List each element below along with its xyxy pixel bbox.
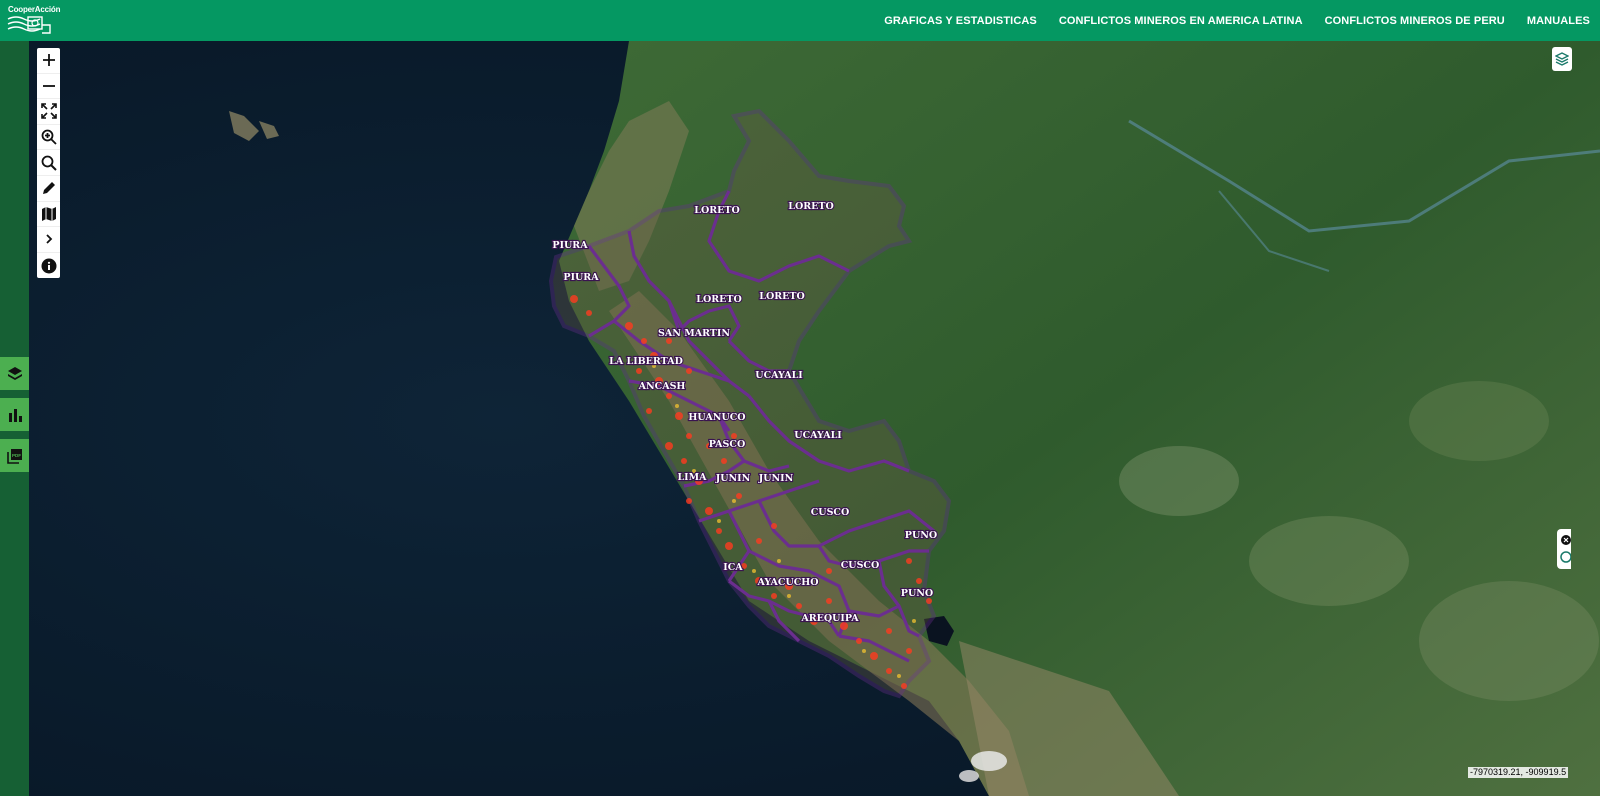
layers-panel-button[interactable]	[0, 357, 29, 390]
region-label-la-libertad: LA LIBERTAD	[609, 356, 683, 367]
layer-list-button[interactable]	[1552, 47, 1572, 71]
bar-chart-icon	[8, 408, 22, 422]
info-button[interactable]	[37, 253, 60, 279]
top-navbar: CooperAcción GRAFICAS Y ESTADISTICAS CON…	[0, 0, 1600, 41]
basemap-button[interactable]	[37, 202, 60, 228]
charts-panel-button[interactable]	[0, 398, 29, 431]
map-icon	[41, 206, 56, 221]
region-label-pasco: PASCO	[709, 439, 746, 450]
region-label-cusco-2: CUSCO	[841, 560, 880, 571]
chevron-right-icon	[45, 234, 52, 245]
region-label-ayacucho: AYACUCHO	[756, 577, 818, 588]
region-label-loreto-3: LORETO	[696, 294, 741, 305]
nav-conflictos-america-latina[interactable]: CONFLICTOS MINEROS EN AMERICA LATINA	[1059, 15, 1303, 27]
search-button[interactable]	[37, 150, 60, 176]
region-label-loreto-2: LORETO	[788, 201, 833, 212]
plus-icon	[42, 54, 55, 67]
draw-button[interactable]	[37, 176, 60, 202]
region-label-ucayali-1: UCAYALI	[755, 370, 803, 381]
region-label-puno-1: PUNO	[905, 530, 937, 541]
coordinate-readout: -7970319.21, -909919.5	[1468, 767, 1569, 778]
collapsed-side-widget[interactable]	[1557, 529, 1572, 569]
fullscreen-icon	[40, 103, 57, 120]
region-label-junin-1: JUNIN	[715, 473, 751, 484]
region-label-junin-2: JUNIN	[758, 473, 794, 484]
pencil-icon	[42, 182, 55, 195]
region-label-arequipa: AREQUIPA	[800, 613, 859, 624]
zoom-box-button[interactable]	[37, 125, 60, 151]
satellite-basemap: LORETO LORETO LORETO LORETO PIURA PIURA …	[29, 41, 1600, 796]
zoom-out-button[interactable]	[37, 74, 60, 100]
pdf-panel-button[interactable]: PDF	[0, 439, 29, 472]
region-label-cusco-1: CUSCO	[811, 507, 850, 518]
full-extent-button[interactable]	[37, 99, 60, 125]
layers-icon	[7, 366, 22, 380]
region-label-ancash: ANCASH	[638, 381, 686, 392]
nav-manuales[interactable]: MANUALES	[1527, 15, 1590, 27]
region-label-piura-1: PIURA	[552, 240, 588, 251]
map-toolbar	[37, 48, 60, 279]
close-icon	[1560, 535, 1572, 563]
region-label-piura-2: PIURA	[563, 272, 599, 283]
main-nav: GRAFICAS Y ESTADISTICAS CONFLICTOS MINER…	[884, 0, 1600, 41]
region-label-huanuco: HUANUCO	[688, 412, 745, 423]
zoom-in-magnifier-icon	[41, 129, 57, 145]
region-label-puno-2: PUNO	[901, 588, 933, 599]
info-icon	[41, 258, 56, 274]
region-label-loreto-1: LORETO	[694, 205, 739, 216]
nav-graficas[interactable]: GRAFICAS Y ESTADISTICAS	[884, 15, 1037, 27]
layers-stack-icon	[1555, 52, 1569, 66]
pdf-icon: PDF	[6, 448, 22, 464]
minus-icon	[42, 84, 55, 87]
map-view[interactable]: LORETO LORETO LORETO LORETO PIURA PIURA …	[29, 41, 1600, 796]
zoom-in-button[interactable]	[37, 48, 60, 74]
cooperaccion-logo[interactable]: CooperAcción	[6, 3, 60, 39]
region-label-ica: ICA	[723, 562, 743, 573]
search-icon	[41, 155, 57, 171]
expand-toolbar-button[interactable]	[37, 227, 60, 253]
region-label-san-martin: SAN MARTIN	[658, 328, 730, 339]
logo-emblem-icon	[7, 16, 51, 34]
region-label-lima: LIMA	[677, 472, 707, 483]
region-label-loreto-4: LORETO	[759, 291, 804, 302]
nav-conflictos-peru[interactable]: CONFLICTOS MINEROS DE PERU	[1325, 15, 1505, 27]
svg-text:PDF: PDF	[12, 453, 21, 458]
region-label-ucayali-2: UCAYALI	[794, 430, 842, 441]
